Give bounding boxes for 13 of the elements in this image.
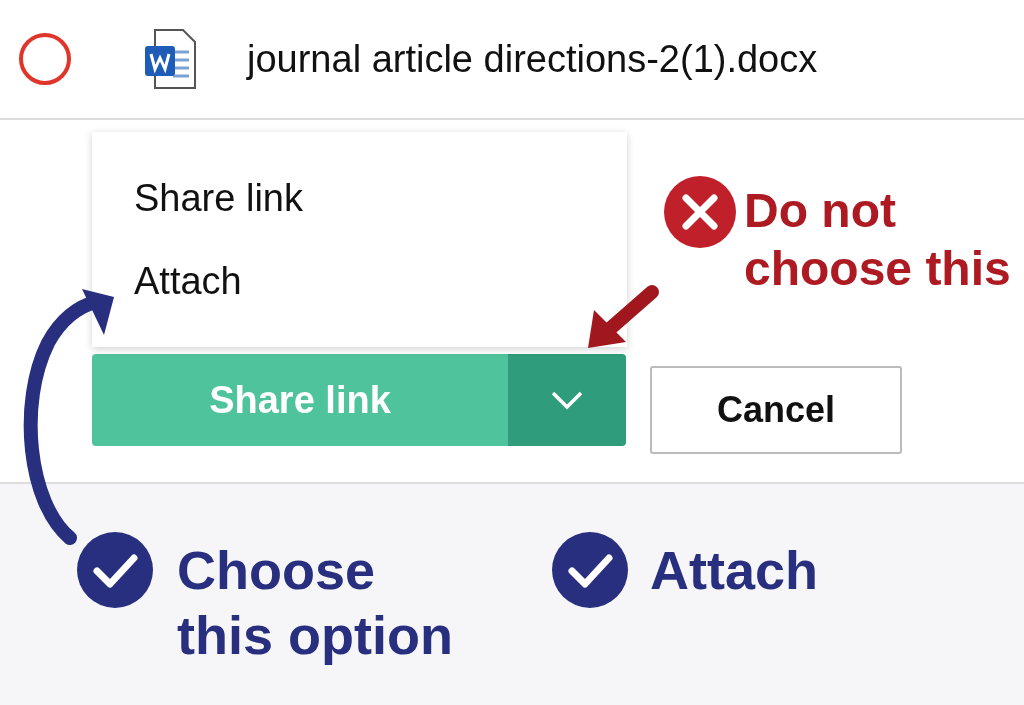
menu-item[interactable]: Share link [134,176,627,220]
radio-button[interactable] [19,33,71,85]
cancel-button[interactable]: Cancel [650,366,902,454]
caret-icon [550,390,584,410]
checkmark-icon [77,532,153,608]
annotation-text: Choose this option [177,539,454,667]
annotation-text: Do not choose this [744,183,1012,297]
menu-item[interactable]: Attach [134,259,627,303]
annotation-text: Attach [650,539,819,602]
checkmark-icon [552,532,628,608]
error-icon [664,176,736,248]
file-name: journal article directions-2(1).docx [247,37,818,81]
word-document-icon [143,28,197,90]
